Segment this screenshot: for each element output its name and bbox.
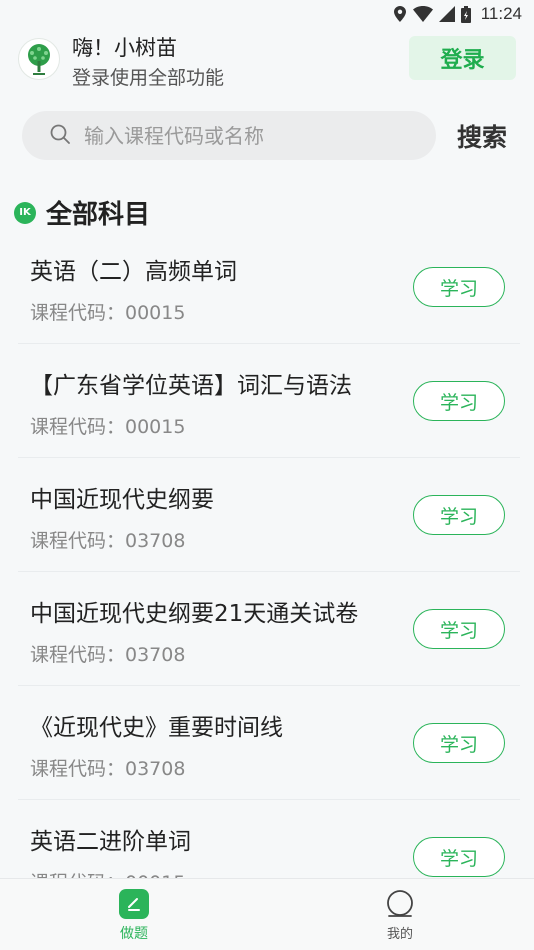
study-button[interactable]: 学习 (413, 267, 505, 307)
course-item[interactable]: 英语二进阶单词 课程代码：00015 学习 (0, 800, 534, 878)
course-list[interactable]: 英语（二）高频单词 课程代码：00015 学习 【广东省学位英语】词汇与语法 课… (0, 230, 534, 878)
course-item[interactable]: 中国近现代史纲要 课程代码：03708 学习 (0, 458, 534, 572)
course-name: 《近现代史》重要时间线 (30, 715, 283, 741)
nav-item-practice[interactable]: 做题 (94, 889, 174, 943)
wifi-icon (412, 6, 433, 22)
course-item[interactable]: 中国近现代史纲要21天通关试卷 课程代码：03708 学习 (0, 572, 534, 686)
search-bar[interactable] (22, 111, 436, 160)
practice-icon (119, 889, 149, 919)
course-code: 课程代码：00015 (30, 868, 185, 878)
section-heading: IK 全部科目 (14, 194, 150, 231)
nav-label-profile: 我的 (386, 927, 413, 942)
greeting-text: 嗨！小树苗 (72, 36, 177, 60)
search-button[interactable]: 搜索 (457, 118, 507, 154)
signal-icon (438, 6, 455, 22)
search-icon (50, 124, 70, 148)
section-badge-icon: IK (14, 201, 36, 224)
location-icon (393, 6, 407, 22)
course-item[interactable]: 【广东省学位英语】词汇与语法 课程代码：00015 学习 (0, 344, 534, 458)
course-name: 中国近现代史纲要21天通关试卷 (30, 601, 359, 627)
search-input[interactable] (84, 123, 404, 148)
status-bar: 11:24 (0, 0, 534, 28)
course-item[interactable]: 英语（二）高频单词 课程代码：00015 学习 (0, 230, 534, 344)
study-button[interactable]: 学习 (413, 837, 505, 877)
study-button[interactable]: 学习 (413, 723, 505, 763)
course-code: 课程代码：03708 (30, 644, 186, 666)
header: 嗨！小树苗 登录使用全部功能 登录 (0, 32, 534, 92)
course-name: 【广东省学位英语】词汇与语法 (30, 373, 352, 399)
course-code: 课程代码：00015 (30, 416, 186, 438)
study-button[interactable]: 学习 (413, 381, 505, 421)
study-button[interactable]: 学习 (413, 609, 505, 649)
course-code: 课程代码：03708 (30, 758, 186, 780)
nav-item-profile[interactable]: 我的 (360, 889, 440, 942)
course-item[interactable]: 《近现代史》重要时间线 课程代码：03708 学习 (0, 686, 534, 800)
battery-icon (460, 5, 471, 23)
section-title: 全部科目 (46, 200, 151, 230)
course-name: 英语二进阶单词 (30, 829, 191, 855)
course-code: 课程代码：03708 (30, 530, 186, 552)
bottom-nav: 做题 我的 (0, 878, 534, 950)
course-name: 英语（二）高频单词 (30, 259, 237, 285)
course-code: 课程代码：00015 (30, 302, 186, 324)
status-time: 11:24 (480, 4, 522, 23)
tree-logo-icon (18, 38, 60, 80)
nav-label-practice: 做题 (120, 926, 148, 942)
profile-icon (385, 889, 415, 919)
study-button[interactable]: 学习 (413, 495, 505, 535)
login-hint-text[interactable]: 登录使用全部功能 (72, 63, 224, 90)
course-name: 中国近现代史纲要 (30, 487, 214, 513)
login-button[interactable]: 登录 (409, 36, 516, 80)
